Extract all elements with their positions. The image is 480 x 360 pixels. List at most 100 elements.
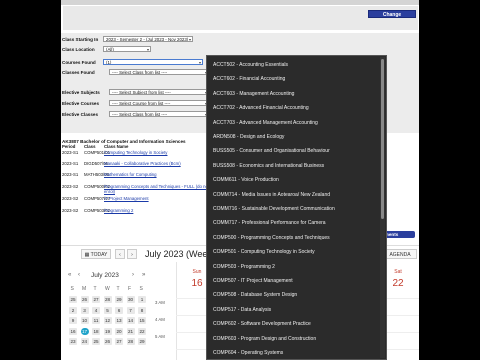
mini-next-month-icon[interactable]: › xyxy=(132,272,134,278)
mini-next-year-icon[interactable]: » xyxy=(142,272,145,278)
mini-calendar-day[interactable]: 19 xyxy=(103,327,112,335)
prev-week-button[interactable]: ‹ xyxy=(115,249,125,259)
courses-found-label: Courses Found xyxy=(62,60,96,65)
mini-calendar-title: July 2023 xyxy=(91,272,119,279)
mini-calendar-day[interactable]: 22 xyxy=(138,327,146,335)
dropdown-item[interactable]: ARDN508 - Design and Ecology xyxy=(207,130,379,144)
dropdown-item[interactable]: BUSS505 - Consumer and Organisational Be… xyxy=(207,144,379,158)
mini-day-of-week: W xyxy=(105,286,110,292)
mini-calendar-day[interactable]: 5 xyxy=(103,306,112,314)
plan-row-period: 2023-S2 xyxy=(62,196,79,201)
time-label: 3 AM xyxy=(155,300,165,305)
mini-calendar-day[interactable]: 9 xyxy=(69,317,77,324)
class-location-select[interactable]: (All) xyxy=(103,46,151,52)
mini-calendar-day[interactable]: 25 xyxy=(92,338,100,345)
mini-calendar-day[interactable]: 27 xyxy=(92,296,100,303)
dropdown-item[interactable]: COMM714 - Media Issues in Aotearoa/ New … xyxy=(207,188,379,202)
change-button[interactable]: Change xyxy=(368,10,416,18)
plan-row: 2023-S2 COMP503/02 Programming 2 xyxy=(62,208,212,220)
mini-calendar-day[interactable]: 27 xyxy=(115,338,123,345)
mini-calendar-day[interactable]: 28 xyxy=(126,338,135,345)
class-starting-label: Class Starting In xyxy=(62,37,99,42)
mini-calendar-day[interactable]: 6 xyxy=(115,306,123,314)
mini-calendar-day[interactable]: 2 xyxy=(69,306,77,314)
dropdown-item[interactable]: COMP503 - Programming 2 xyxy=(207,260,379,274)
mini-calendar-day[interactable]: 13 xyxy=(115,317,123,324)
plan-row-name-link[interactable]: Mathematics for Computing xyxy=(104,172,216,177)
dropdown-item[interactable]: ACCT602 - Financial Accounting xyxy=(207,72,379,86)
plan-row: 2023-S1 MATH503/06 Mathematics for Compu… xyxy=(62,172,212,184)
mini-prev-year-icon[interactable]: « xyxy=(68,272,71,278)
mini-calendar-day[interactable]: 26 xyxy=(103,338,112,345)
elective-subjects-label: Elective Subjects xyxy=(62,90,100,95)
next-week-button[interactable]: › xyxy=(127,249,137,259)
today-button[interactable]: ▦ TODAY xyxy=(81,249,111,259)
mini-calendar-day[interactable]: 29 xyxy=(138,338,146,345)
mini-day-of-week: F xyxy=(128,286,132,292)
mini-calendar-day[interactable]: 4 xyxy=(92,306,100,314)
mini-day-of-week: T xyxy=(116,286,120,292)
top-bar xyxy=(61,0,419,5)
mini-calendar-day[interactable]: 1 xyxy=(138,296,146,303)
dropdown-item[interactable]: COMP517 - Data Analysis xyxy=(207,303,379,317)
class-starting-select[interactable]: 2023 - Semester 2 - (Jul 2023 - Nov 2023… xyxy=(103,36,193,42)
mini-calendar-day[interactable]: 18 xyxy=(92,327,100,335)
dropdown-item[interactable]: COMP603 - Program Design and Constructio… xyxy=(207,332,379,346)
dropdown-item[interactable]: COMP508 - Database System Design xyxy=(207,288,379,302)
plan-row-name-link[interactable]: Manaaki - Collaborative Practices (Bcm) xyxy=(104,161,216,166)
mini-calendar-day[interactable]: 25 xyxy=(69,296,77,303)
dropdown-item[interactable]: ACCT502 - Accounting Essentials xyxy=(207,58,379,72)
chevron-right-icon: › xyxy=(131,252,133,258)
elective-classes-select[interactable]: ---- Select Class from list ---- xyxy=(109,111,209,117)
mini-calendar-day[interactable]: 15 xyxy=(138,317,146,324)
day-column-divider xyxy=(176,262,177,360)
plan-row-name-link[interactable]: Programming 2 xyxy=(104,208,216,213)
plan-row-name-link[interactable]: Programming Concepts and Techniques - FU… xyxy=(104,184,216,194)
mini-calendar-day[interactable]: 14 xyxy=(126,317,135,324)
dropdown-scroll-thumb[interactable] xyxy=(381,59,384,219)
mini-calendar-day[interactable]: 11 xyxy=(92,317,100,324)
mini-calendar-day[interactable]: 20 xyxy=(115,327,123,335)
mini-calendar-day[interactable]: 8 xyxy=(138,306,146,314)
courses-dropdown-list[interactable]: ACCT502 - Accounting Essentials ACCT602 -… xyxy=(206,55,387,360)
dropdown-item[interactable]: ACCT603 - Management Accounting xyxy=(207,87,379,101)
dropdown-item[interactable]: COMP500 - Programming Concepts and Techn… xyxy=(207,231,379,245)
dropdown-item[interactable]: ACCT702 - Advanced Financial Accounting xyxy=(207,101,379,115)
dropdown-item[interactable]: COMM611 - Voice Production xyxy=(207,173,379,187)
dropdown-item[interactable]: COMP507 - IT Project Management xyxy=(207,274,379,288)
mini-calendar-day[interactable]: 17 xyxy=(80,327,89,335)
agenda-button[interactable]: AGENDA xyxy=(383,249,417,259)
elective-subjects-select[interactable]: ---- Select Subject from list ---- xyxy=(109,89,209,95)
dropdown-item[interactable]: COMP501 - Computing Technology in Societ… xyxy=(207,245,379,259)
courses-found-select[interactable]: (1) xyxy=(103,59,203,65)
plan-row-period: 2023-S2 xyxy=(62,208,79,213)
mini-calendar-day[interactable]: 26 xyxy=(80,296,89,303)
dropdown-item[interactable]: COMP602 - Software Development Practice xyxy=(207,317,379,331)
plan-row-period: 2023-S1 xyxy=(62,172,79,177)
mini-calendar-day[interactable]: 16 xyxy=(69,327,77,335)
mini-calendar-day[interactable]: 28 xyxy=(103,296,112,303)
classes-found-select[interactable]: ---- Select Class from list ---- xyxy=(109,69,209,75)
mini-calendar-day[interactable]: 7 xyxy=(126,306,135,314)
mini-calendar-day[interactable]: 24 xyxy=(80,338,89,345)
chevron-left-icon: ‹ xyxy=(119,252,121,258)
dropdown-item[interactable]: COMM716 - Sustainable Development Commun… xyxy=(207,202,379,216)
mini-prev-month-icon[interactable]: ‹ xyxy=(78,272,80,278)
plan-row-period: 2023-S1 xyxy=(62,161,79,166)
plan-row-name-link[interactable]: IT Project Management xyxy=(104,196,216,201)
class-header: Class xyxy=(84,144,96,149)
mini-calendar-day[interactable]: 10 xyxy=(80,317,89,324)
mini-calendar-day[interactable]: 12 xyxy=(103,317,112,324)
dropdown-item[interactable]: BUSS508 - Economics and International Bu… xyxy=(207,159,379,173)
mini-calendar-day[interactable]: 3 xyxy=(80,306,89,314)
dropdown-item[interactable]: ACCT703 - Advanced Management Accounting xyxy=(207,116,379,130)
mini-calendar-day[interactable]: 29 xyxy=(115,296,123,303)
plan-row-name-link[interactable]: Computing Technology in Society xyxy=(104,150,216,155)
mini-calendar-day[interactable]: 21 xyxy=(126,327,135,335)
dropdown-item[interactable]: COMM717 - Professional Performance for C… xyxy=(207,216,379,230)
mini-day-of-week: S xyxy=(139,286,143,292)
elective-courses-select[interactable]: ---- Select Course from list ---- xyxy=(109,100,209,106)
dropdown-item[interactable]: COMP604 - Operating Systems xyxy=(207,346,379,359)
mini-calendar-day[interactable]: 30 xyxy=(126,296,135,303)
mini-calendar-day[interactable]: 23 xyxy=(69,338,77,345)
